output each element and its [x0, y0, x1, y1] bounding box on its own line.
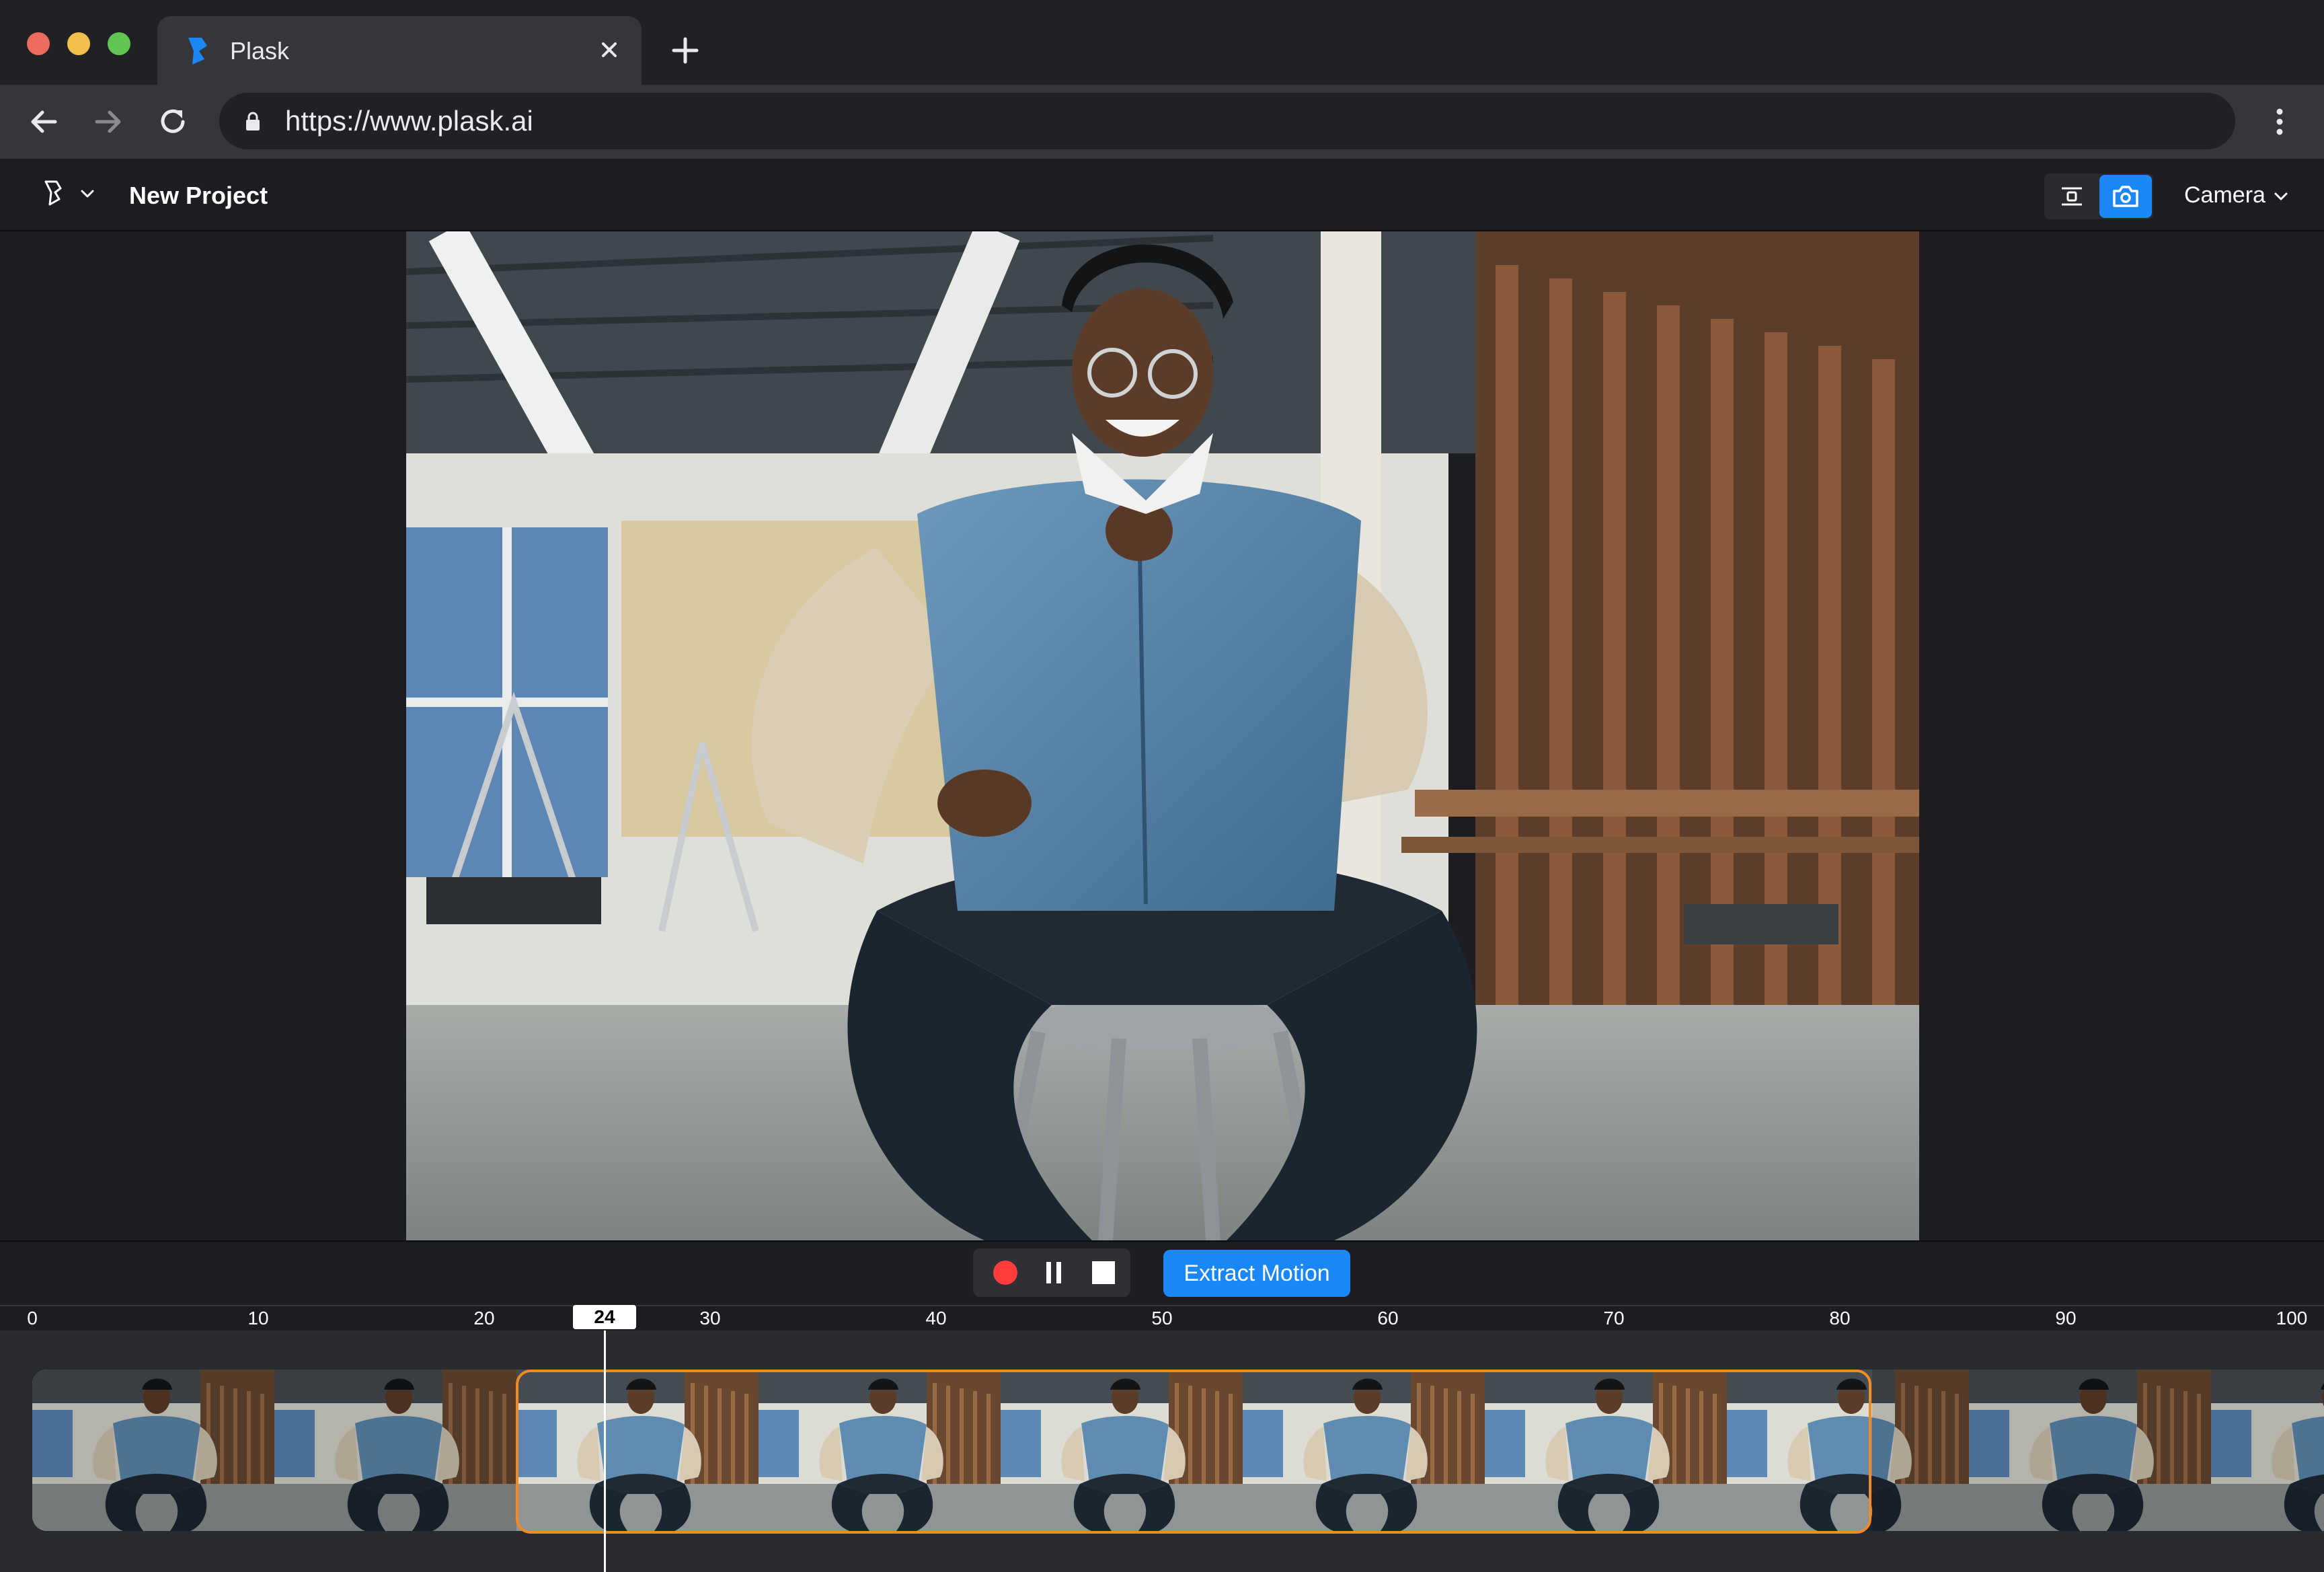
timeline-tick: 40 — [925, 1308, 947, 1328]
timeline-tick: 60 — [1377, 1308, 1399, 1328]
timeline-tick: 80 — [1829, 1308, 1851, 1328]
app-header: New Project Camera — [0, 159, 2324, 231]
video-frame[interactable] — [406, 231, 1919, 1240]
url-text: https://www.plask.ai — [285, 105, 533, 137]
fit-frame-icon — [2062, 187, 2082, 206]
timeline-tick: 90 — [2055, 1308, 2077, 1328]
transport-group — [973, 1248, 1130, 1297]
timeline-tick: 20 — [473, 1308, 495, 1328]
more-vertical-icon[interactable] — [2266, 105, 2293, 139]
fit-frame-button[interactable] — [2046, 175, 2098, 218]
timeline-tick: 0 — [27, 1308, 38, 1328]
window-close-button[interactable] — [27, 32, 50, 55]
lock-icon — [246, 112, 260, 130]
stop-icon[interactable] — [1089, 1258, 1118, 1287]
address-bar[interactable]: https://www.plask.ai — [219, 93, 2235, 149]
record-icon[interactable] — [991, 1258, 1020, 1287]
pause-icon[interactable] — [1039, 1258, 1069, 1287]
app-menu-button[interactable] — [40, 178, 102, 211]
plus-icon[interactable] — [668, 34, 702, 67]
video-viewport — [0, 231, 2324, 1240]
arrow-left-icon[interactable] — [24, 102, 63, 141]
browser-toolbar: https://www.plask.ai — [0, 85, 2324, 159]
view-mode-label: Camera — [2184, 182, 2265, 208]
window-minimize-button[interactable] — [67, 32, 90, 55]
timeline-ruler[interactable]: 0 10 20 30 40 50 60 70 80 90 100 — [0, 1305, 2324, 1332]
timeline-tick: 30 — [699, 1308, 721, 1328]
close-icon[interactable] — [594, 35, 624, 65]
motion-range-selection[interactable] — [516, 1370, 1871, 1534]
timeline-tick: 70 — [1603, 1308, 1625, 1328]
view-mode-toggle — [2044, 174, 2153, 219]
chevron-down-icon — [2274, 192, 2288, 200]
playhead[interactable] — [604, 1331, 606, 1572]
arrow-right-icon[interactable] — [89, 102, 128, 141]
browser-tab[interactable]: Plask — [157, 16, 642, 85]
camera-mode-button[interactable] — [2099, 175, 2152, 218]
project-title: New Project — [129, 182, 268, 209]
tab-title: Plask — [230, 37, 290, 65]
plask-logo-icon — [188, 38, 207, 65]
playback-controls: Extract Motion — [0, 1240, 2324, 1306]
current-frame-indicator[interactable]: 24 — [573, 1305, 636, 1329]
reload-icon[interactable] — [153, 102, 192, 141]
extract-motion-button[interactable]: Extract Motion — [1163, 1250, 1350, 1297]
browser-tab-bar: Plask — [0, 0, 2324, 85]
camera-icon — [2113, 186, 2138, 207]
timeline-tick: 50 — [1151, 1308, 1173, 1328]
view-mode-dropdown[interactable]: Camera — [2184, 180, 2288, 210]
window-zoom-button[interactable] — [108, 32, 130, 55]
timeline-tick: 100 — [2276, 1308, 2308, 1328]
timeline-tick: 10 — [247, 1308, 269, 1328]
